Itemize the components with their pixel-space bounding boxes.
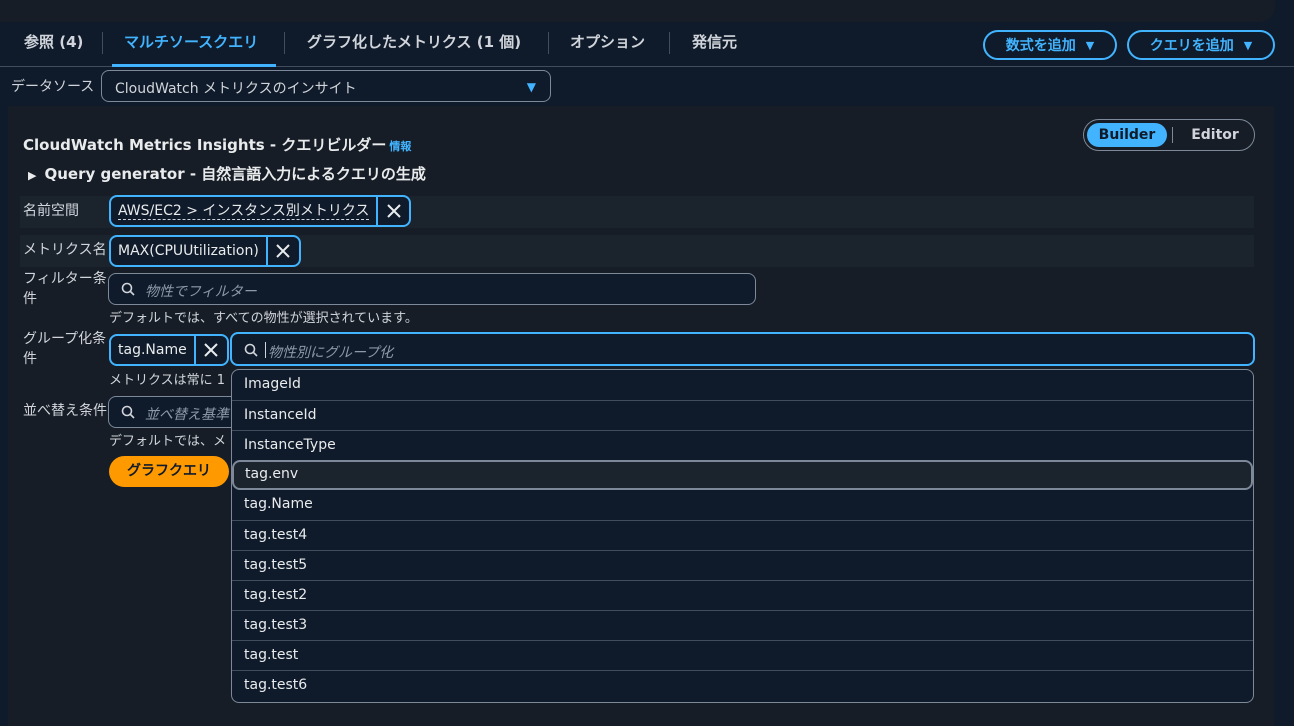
search-icon <box>121 405 135 419</box>
group-label: グループ化条件 <box>23 331 107 367</box>
mode-toggle: Builder Editor <box>1083 119 1255 151</box>
add-query-button[interactable]: クエリを追加 ▼ <box>1127 30 1275 60</box>
datasource-select[interactable]: CloudWatch メトリクスのインサイト ▼ <box>101 70 551 102</box>
dropdown-option[interactable]: tag.test4 <box>232 520 1253 550</box>
graph-query-button[interactable]: グラフクエリ <box>109 456 229 487</box>
top-strip <box>0 0 1294 22</box>
caret-down-icon: ▼ <box>1085 38 1095 52</box>
tab-divider <box>284 32 285 54</box>
query-generator-expander[interactable]: ▶ Query generator - 自然言語入力によるクエリの生成 <box>28 163 426 184</box>
namespace-label: 名前空間 <box>23 203 79 219</box>
builder-title: CloudWatch Metrics Insights - クエリビルダー 情報 <box>23 134 411 155</box>
dropdown-option-label: tag.test <box>244 647 299 663</box>
dropdown-option[interactable]: ImageId <box>232 370 1253 400</box>
dropdown-option[interactable]: InstanceType <box>232 430 1253 460</box>
tab-multi-source-query[interactable]: マルチソースクエリ <box>111 22 277 67</box>
dropdown-option-label: tag.test3 <box>244 617 308 633</box>
close-icon <box>204 343 218 357</box>
datasource-label: データソース <box>11 79 95 95</box>
query-generator-label: Query generator - 自然言語入力によるクエリの生成 <box>44 165 426 183</box>
group-placeholder: 物性別にグループ化 <box>268 345 394 361</box>
remove-metric-button[interactable] <box>265 237 299 265</box>
group-by-dropdown: ImageId InstanceId InstanceType tag.env … <box>231 369 1254 703</box>
dropdown-option-label: tag.test2 <box>244 587 308 603</box>
dropdown-option-label: InstanceType <box>244 437 336 453</box>
tab-divider <box>669 32 670 54</box>
dropdown-option-label: tag.test5 <box>244 557 308 573</box>
dropdown-option-label: InstanceId <box>244 407 317 423</box>
group-token-value[interactable]: tag.Name <box>111 336 194 364</box>
tab-options[interactable]: オプション <box>570 22 650 65</box>
dropdown-option[interactable]: InstanceId <box>232 400 1253 430</box>
text-cursor <box>265 342 266 358</box>
tab-divider <box>102 32 103 54</box>
order-hint: デフォルトでは、メ <box>109 434 227 449</box>
namespace-token: AWS/EC2 > インスタンス別メトリクス <box>109 195 412 227</box>
add-formula-label: 数式を追加 <box>1005 38 1076 54</box>
namespace-token-value[interactable]: AWS/EC2 > インスタンス別メトリクス <box>111 197 376 225</box>
caret-down-icon: ▼ <box>1243 38 1253 52</box>
metric-token: MAX(CPUUtilization) <box>109 235 301 267</box>
dropdown-option-label: tag.test6 <box>244 677 308 693</box>
dropdown-option[interactable]: tag.test <box>232 640 1253 670</box>
metric-token-value[interactable]: MAX(CPUUtilization) <box>111 237 266 265</box>
dropdown-option[interactable]: tag.test6 <box>232 670 1253 700</box>
filter-placeholder: 物性でフィルター <box>145 284 257 300</box>
info-link[interactable]: 情報 <box>389 140 411 153</box>
tab-graphed-metrics[interactable]: グラフ化したメトリクス (1 個) <box>307 22 521 65</box>
editor-mode-button[interactable]: Editor <box>1180 123 1250 147</box>
search-icon <box>121 282 135 296</box>
filter-hint: デフォルトでは、すべての物性が選択されています。 <box>109 311 418 326</box>
order-label: 並べ替え条件 <box>23 403 107 419</box>
builder-title-text: CloudWatch Metrics Insights - クエリビルダー <box>23 136 387 154</box>
close-icon <box>276 244 291 258</box>
metric-label: メトリクス名 <box>23 242 107 258</box>
group-hint: メトリクスは常に 1 <box>109 373 226 388</box>
close-icon <box>387 204 401 218</box>
search-icon <box>244 343 258 357</box>
dropdown-option-highlighted[interactable]: tag.env <box>232 460 1253 490</box>
top-card <box>0 0 1275 22</box>
add-formula-button[interactable]: 数式を追加 ▼ <box>983 30 1117 60</box>
tab-source[interactable]: 発信元 <box>692 22 737 65</box>
builder-mode-button[interactable]: Builder <box>1087 123 1167 147</box>
datasource-value: CloudWatch メトリクスのインサイト <box>115 81 357 97</box>
mode-divider <box>1172 127 1173 143</box>
remove-group-button[interactable] <box>193 336 227 364</box>
group-input[interactable]: 物性別にグループ化 <box>230 332 1255 366</box>
caret-right-icon: ▶ <box>28 169 37 182</box>
dropdown-option-label: tag.test4 <box>244 527 308 543</box>
dropdown-option[interactable]: tag.Name <box>232 490 1253 520</box>
dropdown-option[interactable]: tag.test5 <box>232 550 1253 580</box>
add-query-label: クエリを追加 <box>1149 38 1234 54</box>
dropdown-option-label: tag.env <box>245 466 299 482</box>
group-token: tag.Name <box>109 334 229 366</box>
dropdown-option[interactable]: tag.test2 <box>232 580 1253 610</box>
filter-input[interactable]: 物性でフィルター <box>108 273 756 305</box>
tab-references[interactable]: 参照 (4) <box>24 22 83 65</box>
dropdown-option-label: tag.Name <box>244 496 313 512</box>
remove-namespace-button[interactable] <box>376 197 409 225</box>
filter-label: フィルター条件 <box>23 271 107 307</box>
dropdown-option-label: ImageId <box>244 376 301 392</box>
tab-divider <box>548 32 549 54</box>
dropdown-option[interactable]: tag.test3 <box>232 610 1253 640</box>
order-placeholder: 並べ替え基準 <box>145 407 229 423</box>
caret-down-icon: ▼ <box>526 80 536 94</box>
